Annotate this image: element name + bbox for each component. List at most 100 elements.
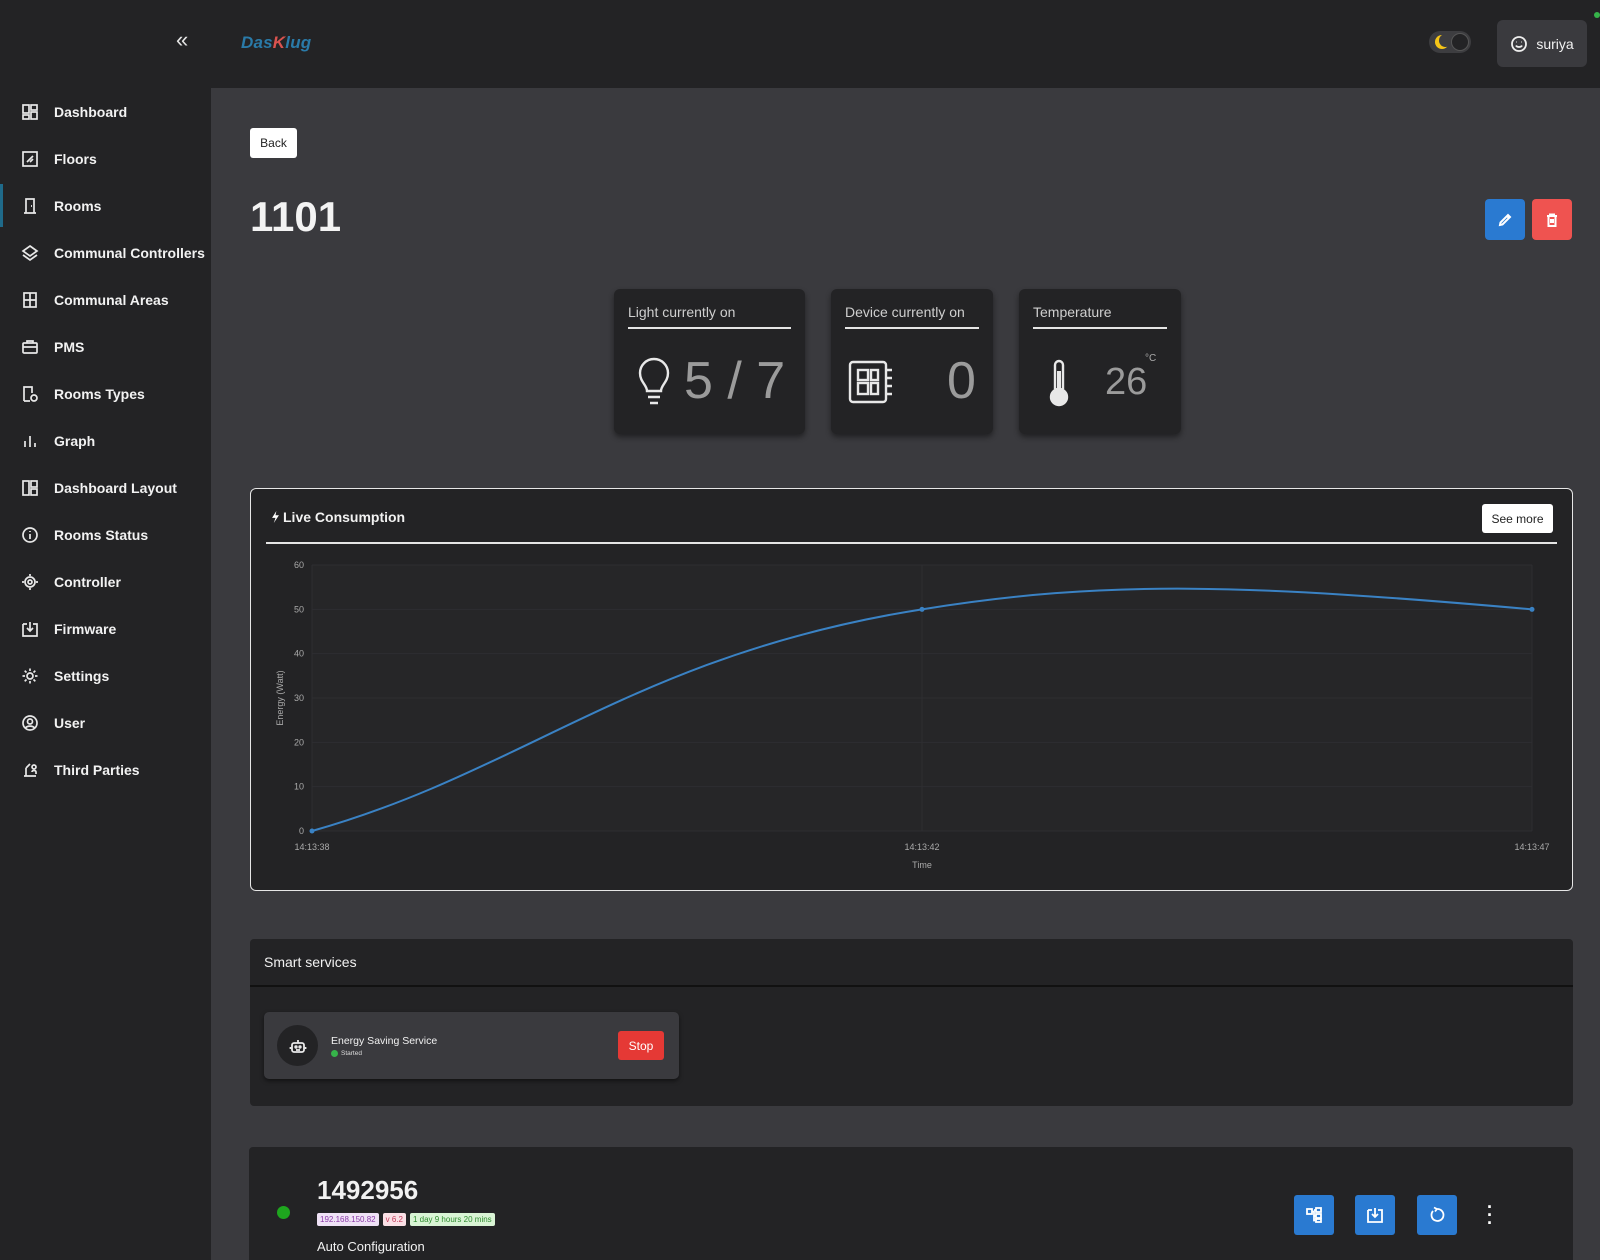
- sidebar-item-label: Rooms Status: [54, 526, 149, 543]
- smiley-icon: [1511, 35, 1528, 52]
- sidebar-item-third-parties[interactable]: Third Parties: [0, 746, 211, 793]
- gear-icon: [20, 666, 40, 686]
- sidebar-item-label: Rooms: [54, 197, 102, 214]
- y-tick-label: 60: [294, 560, 304, 570]
- light-stat-card: Light currently on 5 / 7: [614, 289, 805, 434]
- sidebar-item-graph[interactable]: Graph: [0, 417, 211, 464]
- edit-button[interactable]: [1485, 199, 1525, 240]
- sidebar-item-settings[interactable]: Settings: [0, 652, 211, 699]
- thermometer-icon: [1049, 359, 1069, 407]
- sidebar-item-label: Graph: [54, 432, 96, 449]
- sidebar-item-label: Settings: [54, 667, 110, 684]
- device-stat-value: 0: [947, 352, 976, 410]
- controller-description: Auto Configuration: [317, 1239, 425, 1254]
- user-name: suriya: [1536, 35, 1574, 52]
- service-card: Energy Saving Service Started Stop: [264, 1012, 679, 1079]
- light-stat-value: 5 / 7: [684, 352, 786, 410]
- page-title: 1101: [250, 193, 342, 240]
- y-tick-label: 30: [294, 693, 304, 703]
- status-dot: [331, 1050, 338, 1057]
- sidebar-nav: Dashboard Floors Rooms Communal Controll…: [0, 88, 211, 793]
- collapse-sidebar-icon[interactable]: «: [176, 29, 196, 51]
- sidebar-item-label: Dashboard Layout: [54, 479, 177, 496]
- live-consumption-panel: Live Consumption See more 0 10 20 30 40 50 60 1…: [250, 488, 1573, 891]
- download-icon: [1367, 1208, 1383, 1223]
- sidebar-item-floors[interactable]: Floors: [0, 135, 211, 182]
- lightbulb-icon: [638, 357, 670, 405]
- temperature-stat-card: Temperature 26 °C: [1019, 289, 1181, 434]
- x-tick-label: 14:13:38: [294, 842, 329, 852]
- logo-text: Das: [241, 33, 273, 52]
- sidebar-item-label: Firmware: [54, 620, 117, 637]
- layers-icon: [20, 243, 40, 263]
- live-consumption-chart: 0 10 20 30 40 50 60 14:13:38 14:13:42 14:13:47 Tim…: [275, 560, 1550, 870]
- sidebar-item-user[interactable]: User: [0, 699, 211, 746]
- theme-toggle[interactable]: [1429, 31, 1471, 53]
- temperature-stat-title: Temperature: [1033, 304, 1167, 329]
- version-badge: v 6.2: [382, 1213, 406, 1226]
- sidebar-item-label: Communal Areas: [54, 291, 169, 308]
- delete-button[interactable]: [1532, 199, 1572, 240]
- topology-button[interactable]: [1294, 1195, 1334, 1235]
- door-icon: [20, 196, 40, 216]
- x-tick-label: 14:13:42: [904, 842, 939, 852]
- restart-icon: [1430, 1206, 1445, 1222]
- sidebar-item-label: Third Parties: [54, 761, 140, 778]
- room-types-icon: [20, 384, 40, 404]
- y-axis-label: Energy (Watt): [275, 670, 285, 725]
- y-tick-label: 50: [294, 604, 304, 614]
- sidebar-item-dashboard[interactable]: Dashboard: [0, 88, 211, 135]
- y-tick-label: 0: [299, 826, 304, 836]
- pencil-icon: [1498, 213, 1512, 226]
- sidebar-item-label: Controller: [54, 573, 121, 590]
- stop-service-button[interactable]: Stop: [618, 1031, 664, 1060]
- data-point: [309, 828, 315, 834]
- user-icon: [20, 713, 40, 733]
- sidebar-item-controller[interactable]: Controller: [0, 558, 211, 605]
- toggle-knob: [1451, 33, 1469, 51]
- sidebar-item-firmware[interactable]: Firmware: [0, 605, 211, 652]
- restart-button[interactable]: [1417, 1195, 1457, 1235]
- back-button[interactable]: Back: [250, 128, 297, 158]
- sidebar-item-label: PMS: [54, 338, 85, 355]
- x-tick-label: 14:13:47: [1514, 842, 1549, 852]
- controller-tags: 192.168.150.82 v 6.2 1 day 9 hours 20 mi…: [317, 1213, 495, 1226]
- building-icon: [20, 290, 40, 310]
- service-status-text: Started: [341, 1050, 362, 1057]
- sidebar-item-pms[interactable]: PMS: [0, 323, 211, 370]
- controller-panel: 1492956 192.168.150.82 v 6.2 1 day 9 hou…: [249, 1147, 1573, 1260]
- sidebar-item-label: Floors: [54, 150, 97, 167]
- sidebar-item-label: User: [54, 714, 86, 731]
- more-options-icon[interactable]: · · ·: [1483, 1198, 1497, 1232]
- user-menu-button[interactable]: suriya: [1497, 20, 1587, 67]
- info-icon: [20, 525, 40, 545]
- sidebar-item-rooms-types[interactable]: Rooms Types: [0, 370, 211, 417]
- third-parties-icon: [20, 760, 40, 780]
- sidebar-item-label: Dashboard: [54, 103, 128, 120]
- sidebar-item-communal-areas[interactable]: Communal Areas: [0, 276, 211, 323]
- sidebar-item-dashboard-layout[interactable]: Dashboard Layout: [0, 464, 211, 511]
- controller-status-dot: [277, 1206, 290, 1219]
- service-name: Energy Saving Service: [331, 1035, 438, 1047]
- smart-services-title: Smart services: [250, 939, 1573, 987]
- y-tick-label: 20: [294, 737, 304, 747]
- moon-icon: [1435, 34, 1452, 49]
- sidebar-item-communal-controllers[interactable]: Communal Controllers: [0, 229, 211, 276]
- logo-text-rest: lug: [285, 33, 312, 52]
- trash-icon: [1547, 213, 1557, 227]
- bar-chart-icon: [20, 431, 40, 451]
- sidebar-item-label: Communal Controllers: [54, 244, 205, 261]
- floors-icon: [20, 149, 40, 169]
- logo-text-k: K: [272, 33, 286, 52]
- device-panel-icon: [848, 360, 892, 404]
- app-logo[interactable]: DasKlug: [241, 33, 311, 53]
- dashboard-icon: [20, 102, 40, 122]
- data-point: [919, 606, 925, 612]
- sidebar-item-rooms-status[interactable]: Rooms Status: [0, 511, 211, 558]
- chip-icon: [20, 572, 40, 592]
- smart-services-panel: Smart services Energy Saving Service Sta…: [250, 939, 1573, 1106]
- firmware-update-button[interactable]: [1355, 1195, 1395, 1235]
- device-stat-title: Device currently on: [845, 304, 979, 329]
- sidebar-item-rooms[interactable]: Rooms: [0, 182, 211, 229]
- data-point: [1529, 606, 1535, 612]
